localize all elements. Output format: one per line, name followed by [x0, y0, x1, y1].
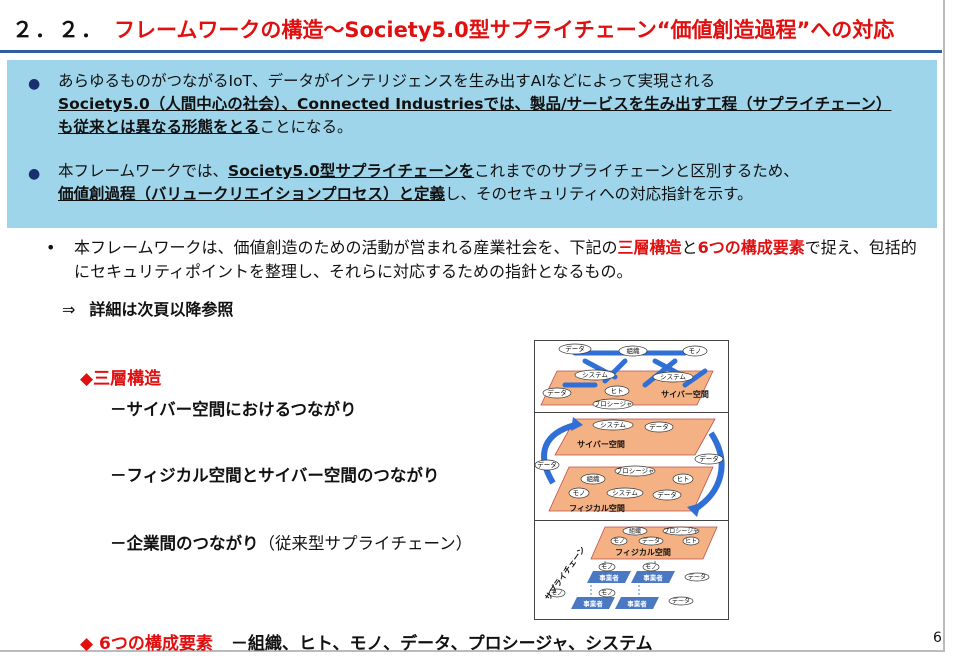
title-text: フレームワークの構造～Society5.0型サプライチェーン“価値創造過程”への… [114, 18, 895, 42]
diagram-tag: システム [582, 371, 608, 379]
physical-space-label: フィジカル空間 [569, 503, 625, 513]
diagram-tag: データ [649, 422, 669, 431]
section-number: ２．２． [12, 18, 104, 42]
diagram-tag: データ [699, 454, 719, 463]
supply-chain-diagram: 組織 プロシージャ モノ データ ヒト モノ モノ データ モノ モノ データ … [534, 520, 729, 620]
layer-item-2: －フィジカル空間とサイバー空間のつながり [110, 466, 440, 485]
cyber-space-diagram: データ 組織 モノ システム システム データ ヒト プロシージャ サイバー空間 [534, 340, 729, 414]
diagram-tag: データ [657, 490, 677, 499]
diagram-tag: モノ [689, 347, 702, 355]
three-layer-heading: ◆三層構造 [80, 369, 162, 389]
six-elements-heading: ◆ 6つの構成要素 [80, 634, 213, 654]
diagram-tag: 組織 [629, 527, 641, 535]
diagram-tag: プロシージャ [663, 528, 699, 535]
diagram-tag: システム [612, 489, 638, 497]
six-elements: ◆ 6つの構成要素 －組織、ヒト、モノ、データ、プロシージャ、システム [80, 629, 653, 654]
diagram-tag: データ [672, 597, 690, 605]
diagram-tag: モノ [601, 564, 613, 571]
diagram-tag: モノ [573, 489, 586, 497]
diagram-tag: データ [565, 344, 585, 353]
diagram-tag: モノ [645, 564, 657, 571]
layer-item-1: －サイバー空間におけるつながり [110, 400, 357, 419]
diagram-tag: ヒト [611, 387, 624, 395]
diagram-tag: ヒト [685, 538, 697, 545]
diagram-tag: データ [688, 573, 706, 581]
diagram-tag: プロシージャ [594, 400, 633, 408]
right-double-arrow-icon: ⇒ [62, 300, 76, 319]
slide: ２．２． フレームワークの構造～Society5.0型サプライチェーン“価値創造過… [0, 0, 954, 661]
diagram-tag: ヒト [677, 475, 690, 483]
summary-bullet-2: ● 本フレームワークでは、Society5.0型サプライチェーンをこれまでのサプ… [28, 162, 799, 203]
company-label: 事業者 [643, 573, 663, 582]
cyber-space-label: サイバー空間 [577, 439, 625, 449]
reference-note: ⇒ 詳細は次頁以降参照 [62, 300, 234, 319]
physical-cyber-diagram: システム データ データ データ プロシージャ 組織 ヒト モノ システム デー… [534, 412, 729, 522]
diagram-tag: データ [547, 388, 567, 397]
bullet-dot-icon: ● [28, 166, 41, 182]
diagram-tag: プロシージャ [616, 467, 655, 475]
framework-description: • 本フレームワークは、価値創造のための活動が営まれる産業社会を、下記の三層構造… [46, 238, 917, 281]
right-border [943, 0, 945, 652]
layer-item-3: －企業間のつながり（従来型サプライチェーン） [110, 534, 473, 553]
diagram-tag: モノ [613, 538, 625, 545]
physical-space-label: フィジカル空間 [615, 547, 671, 557]
page-number: 6 [933, 630, 942, 646]
diagram-tag: 組織 [627, 346, 641, 355]
cyber-space-label: サイバー空間 [661, 389, 709, 399]
diagram-tag: データ [537, 460, 557, 469]
company-label: 事業者 [583, 599, 603, 608]
small-bullet-icon: • [46, 238, 56, 257]
diagram-tag: 組織 [587, 474, 601, 483]
diagram-tag: システム [600, 421, 626, 429]
title-underline [0, 50, 942, 53]
page-title: ２．２． フレームワークの構造～Society5.0型サプライチェーン“価値創造過… [12, 14, 894, 44]
summary-bullet-1: ● あらゆるものがつながるIoT、データがインテリジェンスを生み出すAIなどによ… [28, 72, 892, 136]
company-label: 事業者 [599, 573, 619, 582]
diagram-tag: データ [642, 537, 660, 545]
bullet-dot-icon: ● [28, 76, 41, 92]
six-elements-list: －組織、ヒト、モノ、データ、プロシージャ、システム [230, 634, 653, 654]
company-label: 事業者 [627, 599, 647, 608]
diagram-tag: システム [660, 373, 686, 381]
diagram-tag: モノ [601, 590, 613, 597]
